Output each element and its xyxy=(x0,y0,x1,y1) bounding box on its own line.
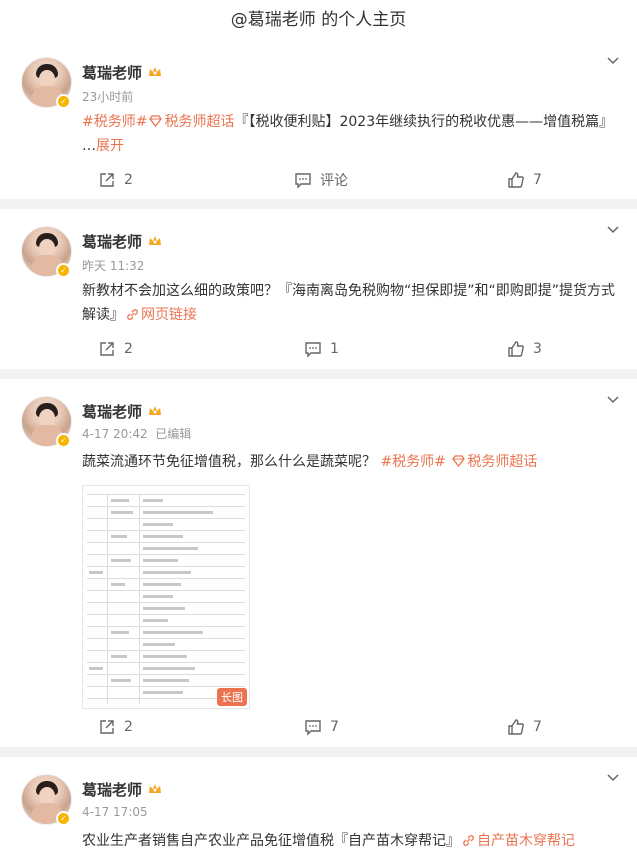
thumbs-up-icon xyxy=(508,341,524,357)
share-count: 2 xyxy=(124,719,133,735)
author-name[interactable]: 葛瑞老师 xyxy=(82,62,142,83)
comment-count: 7 xyxy=(330,719,339,735)
comment-icon xyxy=(305,342,321,358)
long-image-badge: 长图 xyxy=(217,688,247,706)
chevron-down-icon[interactable] xyxy=(607,771,619,783)
post-card: ✓ 葛瑞老师 4-17 17:05 农业生产者销售自产农业产品免征增值税『自产苗… xyxy=(0,757,637,857)
action-bar: 2 1 3 xyxy=(0,337,637,361)
verified-badge-icon: ✓ xyxy=(56,263,71,278)
super-topic-link[interactable]: 税务师超话 xyxy=(164,114,234,130)
super-topic-link[interactable]: 税务师超话 xyxy=(467,454,537,470)
post-text: 蔬菜流通环节免征增值税，那么什么是蔬菜呢？ xyxy=(82,454,376,470)
link-icon xyxy=(463,835,474,846)
edited-label: 已编辑 xyxy=(155,427,192,441)
crown-icon xyxy=(149,67,161,76)
post-image[interactable]: 长图 xyxy=(82,485,250,709)
chevron-down-icon[interactable] xyxy=(607,223,619,235)
action-bar: 2 评论 7 xyxy=(0,168,637,192)
verified-badge-icon: ✓ xyxy=(56,94,71,109)
comment-icon xyxy=(295,173,311,189)
post-content: #税务师# 税务师超话『【税收便利贴】2023年继续执行的税收优惠——增值税篇』 … xyxy=(82,110,622,158)
comment-icon xyxy=(305,720,321,736)
comment-count: 评论 xyxy=(320,173,348,189)
topic-tag[interactable]: #税务师# xyxy=(380,454,445,470)
share-count: 2 xyxy=(124,341,133,357)
share-button[interactable]: 2 xyxy=(98,715,133,739)
post-content: 新教材不会加这么细的政策吧？『海南离岛免税购物“担保即提”和“即购即提”提货方式… xyxy=(82,279,622,327)
chevron-down-icon[interactable] xyxy=(607,393,619,405)
comment-button[interactable]: 7 xyxy=(304,715,339,739)
post-content: 蔬菜流通环节免征增值税，那么什么是蔬菜呢？ #税务师# 税务师超话 xyxy=(82,450,622,474)
post-card: ✓ 葛瑞老师 4-17 20:42 已编辑 蔬菜流通环节免征增值税，那么什么是蔬… xyxy=(0,379,637,747)
web-link[interactable]: 网页链接 xyxy=(141,307,197,323)
diamond-icon xyxy=(452,455,466,468)
share-icon xyxy=(100,342,114,356)
post-time-text: 4-17 20:42 xyxy=(82,427,148,441)
share-count: 2 xyxy=(124,172,133,188)
like-button[interactable]: 7 xyxy=(507,168,542,192)
action-bar: 2 7 7 xyxy=(0,715,637,739)
share-icon xyxy=(100,720,114,734)
post-text: 农业生产者销售自产农业产品免征增值税『自产苗木穿帮记』 xyxy=(82,833,460,849)
post-card: ✓ 葛瑞老师 昨天 11:32 新教材不会加这么细的政策吧？『海南离岛免税购物“… xyxy=(0,209,637,369)
crown-icon xyxy=(149,406,161,415)
post-content: 农业生产者销售自产农业产品免征增值税『自产苗木穿帮记』 自产苗木穿帮记 xyxy=(82,829,622,853)
post-card: ✓ 葛瑞老师 23小时前 #税务师# 税务师超话『【税收便利贴】2023年继续执行… xyxy=(0,40,637,199)
diamond-icon xyxy=(149,115,163,128)
author-name[interactable]: 葛瑞老师 xyxy=(82,401,142,422)
post-time[interactable]: 4-17 17:05 xyxy=(82,805,148,819)
chevron-down-icon[interactable] xyxy=(607,54,619,66)
thumbs-up-icon xyxy=(508,172,524,188)
page-title: @葛瑞老师 的个人主页 xyxy=(0,0,637,40)
post-time[interactable]: 昨天 11:32 xyxy=(82,257,144,274)
like-button[interactable]: 3 xyxy=(507,337,542,361)
post-time[interactable]: 23小时前 xyxy=(82,88,133,105)
expand-link[interactable]: 展开 xyxy=(96,138,124,154)
like-count: 3 xyxy=(533,341,542,357)
web-link[interactable]: 自产苗木穿帮记 xyxy=(477,833,575,849)
thumbs-up-icon xyxy=(508,719,524,735)
topic-tag[interactable]: #税务师# xyxy=(82,114,147,130)
like-count: 7 xyxy=(533,172,542,188)
like-count: 7 xyxy=(533,719,542,735)
share-button[interactable]: 2 xyxy=(98,168,133,192)
crown-icon xyxy=(149,236,161,245)
verified-badge-icon: ✓ xyxy=(56,433,71,448)
post-time[interactable]: 4-17 20:42 已编辑 xyxy=(82,425,191,442)
link-icon xyxy=(127,309,138,320)
crown-icon xyxy=(149,784,161,793)
comment-button[interactable]: 1 xyxy=(304,337,339,361)
share-button[interactable]: 2 xyxy=(98,337,133,361)
comment-button[interactable]: 评论 xyxy=(294,168,348,192)
like-button[interactable]: 7 xyxy=(507,715,542,739)
author-name[interactable]: 葛瑞老师 xyxy=(82,779,142,800)
verified-badge-icon: ✓ xyxy=(56,811,71,826)
share-icon xyxy=(100,173,114,187)
comment-count: 1 xyxy=(330,341,339,357)
author-name[interactable]: 葛瑞老师 xyxy=(82,231,142,252)
